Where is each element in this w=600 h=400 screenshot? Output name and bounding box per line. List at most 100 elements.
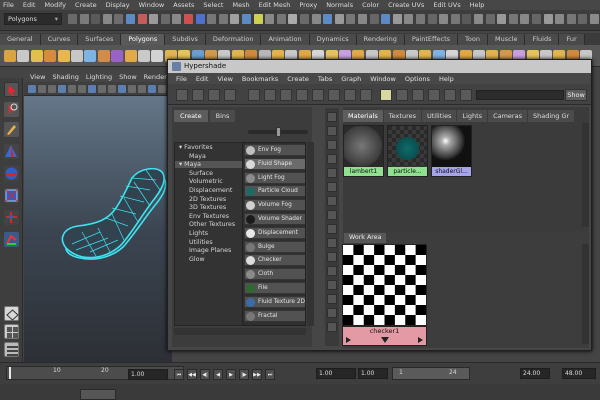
hs-menu-graph[interactable]: Graph <box>341 75 361 83</box>
hs-side-tool-icon[interactable] <box>327 112 337 122</box>
shelf-tool-icon[interactable] <box>97 50 110 62</box>
hs-toolbar-icon[interactable] <box>412 89 424 101</box>
material-tab[interactable]: Textures <box>383 110 421 122</box>
paint-select-tool-icon[interactable] <box>4 122 19 137</box>
viewport-toolbar-icon[interactable] <box>158 85 166 93</box>
create-node-button[interactable]: Checker <box>244 254 305 267</box>
last-tool-icon[interactable] <box>4 232 19 247</box>
status-line-icon[interactable] <box>497 14 507 24</box>
hs-menu-bookmarks[interactable]: Bookmarks <box>242 75 278 83</box>
category-item[interactable]: Volumetric <box>189 178 223 185</box>
category-tree[interactable]: ▾ Favorites Maya ▾ Maya Surface Volumetric Di… <box>174 142 244 326</box>
hs-toolbar-icon[interactable] <box>296 89 308 101</box>
viewport-menu-show[interactable]: Show <box>119 73 137 81</box>
hs-toolbar-icon[interactable] <box>444 89 456 101</box>
shelf-tool-icon[interactable] <box>138 50 150 62</box>
hs-toolbar-icon[interactable] <box>208 89 220 101</box>
menu-create-uvs[interactable]: Create UVs <box>388 1 424 9</box>
current-time-indicator[interactable] <box>9 367 11 379</box>
hs-side-tool-icon[interactable] <box>327 280 337 290</box>
status-line-icon[interactable] <box>392 14 402 24</box>
material-tab[interactable]: Materials <box>343 110 383 122</box>
shelf-tab-fluids[interactable]: Fluids <box>525 34 560 45</box>
playback-start-field[interactable]: 1.00 <box>358 368 388 379</box>
material-swatch[interactable]: lambert1 <box>343 125 384 177</box>
playback-button-icon[interactable]: ⏮ <box>174 369 184 380</box>
viewport-menu-shading[interactable]: Shading <box>52 73 78 81</box>
hypershade-search-field[interactable] <box>476 90 564 100</box>
viewport-toolbar-icon[interactable] <box>68 85 76 93</box>
hs-toolbar-icon[interactable] <box>360 89 372 101</box>
status-line-icon[interactable] <box>578 14 588 24</box>
viewport-toolbar-icon[interactable] <box>128 85 136 93</box>
category-item[interactable]: Utilities <box>189 239 213 246</box>
create-node-button[interactable]: Particle Cloud <box>244 185 305 198</box>
viewport-toolbar-icon[interactable] <box>88 85 96 93</box>
status-line-icon[interactable] <box>242 14 251 24</box>
hypershade-window[interactable]: Hypershade File Edit View Bookmarks Create Ta… <box>167 59 592 351</box>
status-line-icon[interactable] <box>334 14 344 24</box>
create-node-button[interactable]: Volume Shader <box>244 213 305 225</box>
hs-side-tool-icon[interactable] <box>327 224 337 234</box>
create-tab-create[interactable]: Create <box>174 110 208 122</box>
playback-button-icon[interactable]: ▶▶ <box>252 369 262 380</box>
hs-menu-edit[interactable]: Edit <box>196 75 209 83</box>
status-line-icon[interactable] <box>427 14 437 24</box>
shelf-tab-deformation[interactable]: Deformation <box>205 34 262 45</box>
menu-normals[interactable]: Normals <box>326 1 353 9</box>
hs-side-tool-icon[interactable] <box>327 140 337 150</box>
status-line-icon[interactable] <box>79 14 89 24</box>
hs-toolbar-icon[interactable] <box>264 89 276 101</box>
material-tab[interactable]: Shading Gr <box>527 110 575 122</box>
menu-window[interactable]: Window <box>139 1 165 9</box>
hs-menu-options[interactable]: Options <box>405 75 430 83</box>
layout-outliner-icon[interactable] <box>4 342 19 357</box>
status-line-icon[interactable] <box>323 14 333 24</box>
hs-side-tool-icon[interactable] <box>327 210 337 220</box>
shelf-tab-subdivs[interactable]: Subdivs <box>165 34 206 45</box>
status-line-icon[interactable] <box>276 14 286 24</box>
create-node-button[interactable]: Fractal <box>244 309 305 322</box>
create-node-button[interactable]: Fluid Texture 2D <box>244 295 305 308</box>
status-line-icon[interactable] <box>126 14 135 24</box>
current-frame-field[interactable]: 1.00 <box>128 369 168 380</box>
playback-button-icon[interactable]: ◀◀ <box>187 369 197 380</box>
status-line-icon[interactable] <box>311 14 321 24</box>
shelf-tab-rendering[interactable]: Rendering <box>356 34 405 45</box>
hs-side-tool-icon[interactable] <box>327 294 337 304</box>
shelf-tool-icon[interactable] <box>151 50 164 62</box>
hs-menu-file[interactable]: File <box>176 75 187 83</box>
material-tab[interactable]: Cameras <box>488 110 527 122</box>
menu-mesh[interactable]: Mesh <box>232 1 249 9</box>
status-line-icon[interactable] <box>184 14 193 24</box>
status-line-icon[interactable] <box>532 14 541 24</box>
shelf-tool-icon[interactable] <box>57 50 70 62</box>
category-item[interactable]: ▾ Favorites <box>179 144 213 151</box>
create-tab-bins[interactable]: Bins <box>209 110 236 122</box>
hs-toolbar-icon[interactable] <box>380 89 392 101</box>
status-line-icon[interactable] <box>207 14 217 24</box>
viewport-toolbar-icon[interactable] <box>78 85 86 93</box>
hs-side-tool-icon[interactable] <box>327 322 337 332</box>
menu-file[interactable]: File <box>3 1 14 9</box>
status-line-icon[interactable] <box>102 14 112 24</box>
create-node-button[interactable]: Volume Fog <box>244 199 305 212</box>
hs-menu-create[interactable]: Create <box>287 75 309 83</box>
hs-menu-help[interactable]: Help <box>439 75 454 83</box>
select-tool-icon[interactable] <box>4 82 19 97</box>
shelf-tool-icon[interactable] <box>44 50 57 62</box>
hypershade-title-bar[interactable]: Hypershade <box>168 60 591 73</box>
work-area-scrollbar[interactable] <box>582 244 589 344</box>
shelf-tab-dynamics[interactable]: Dynamics <box>309 34 357 45</box>
menu-help[interactable]: Help <box>470 1 485 9</box>
category-item[interactable]: Surface <box>189 170 213 177</box>
material-swatch[interactable]: particle... <box>387 125 428 177</box>
hs-side-tool-icon[interactable] <box>327 308 337 318</box>
lasso-tool-icon[interactable] <box>4 102 19 117</box>
hs-toolbar-icon[interactable] <box>312 89 324 101</box>
viewport-menu-lighting[interactable]: Lighting <box>86 73 112 81</box>
status-line-icon[interactable] <box>450 14 460 24</box>
status-line-icon[interactable] <box>485 14 495 24</box>
hs-side-tool-icon[interactable] <box>327 168 337 178</box>
viewport-toolbar-icon[interactable] <box>48 85 56 93</box>
